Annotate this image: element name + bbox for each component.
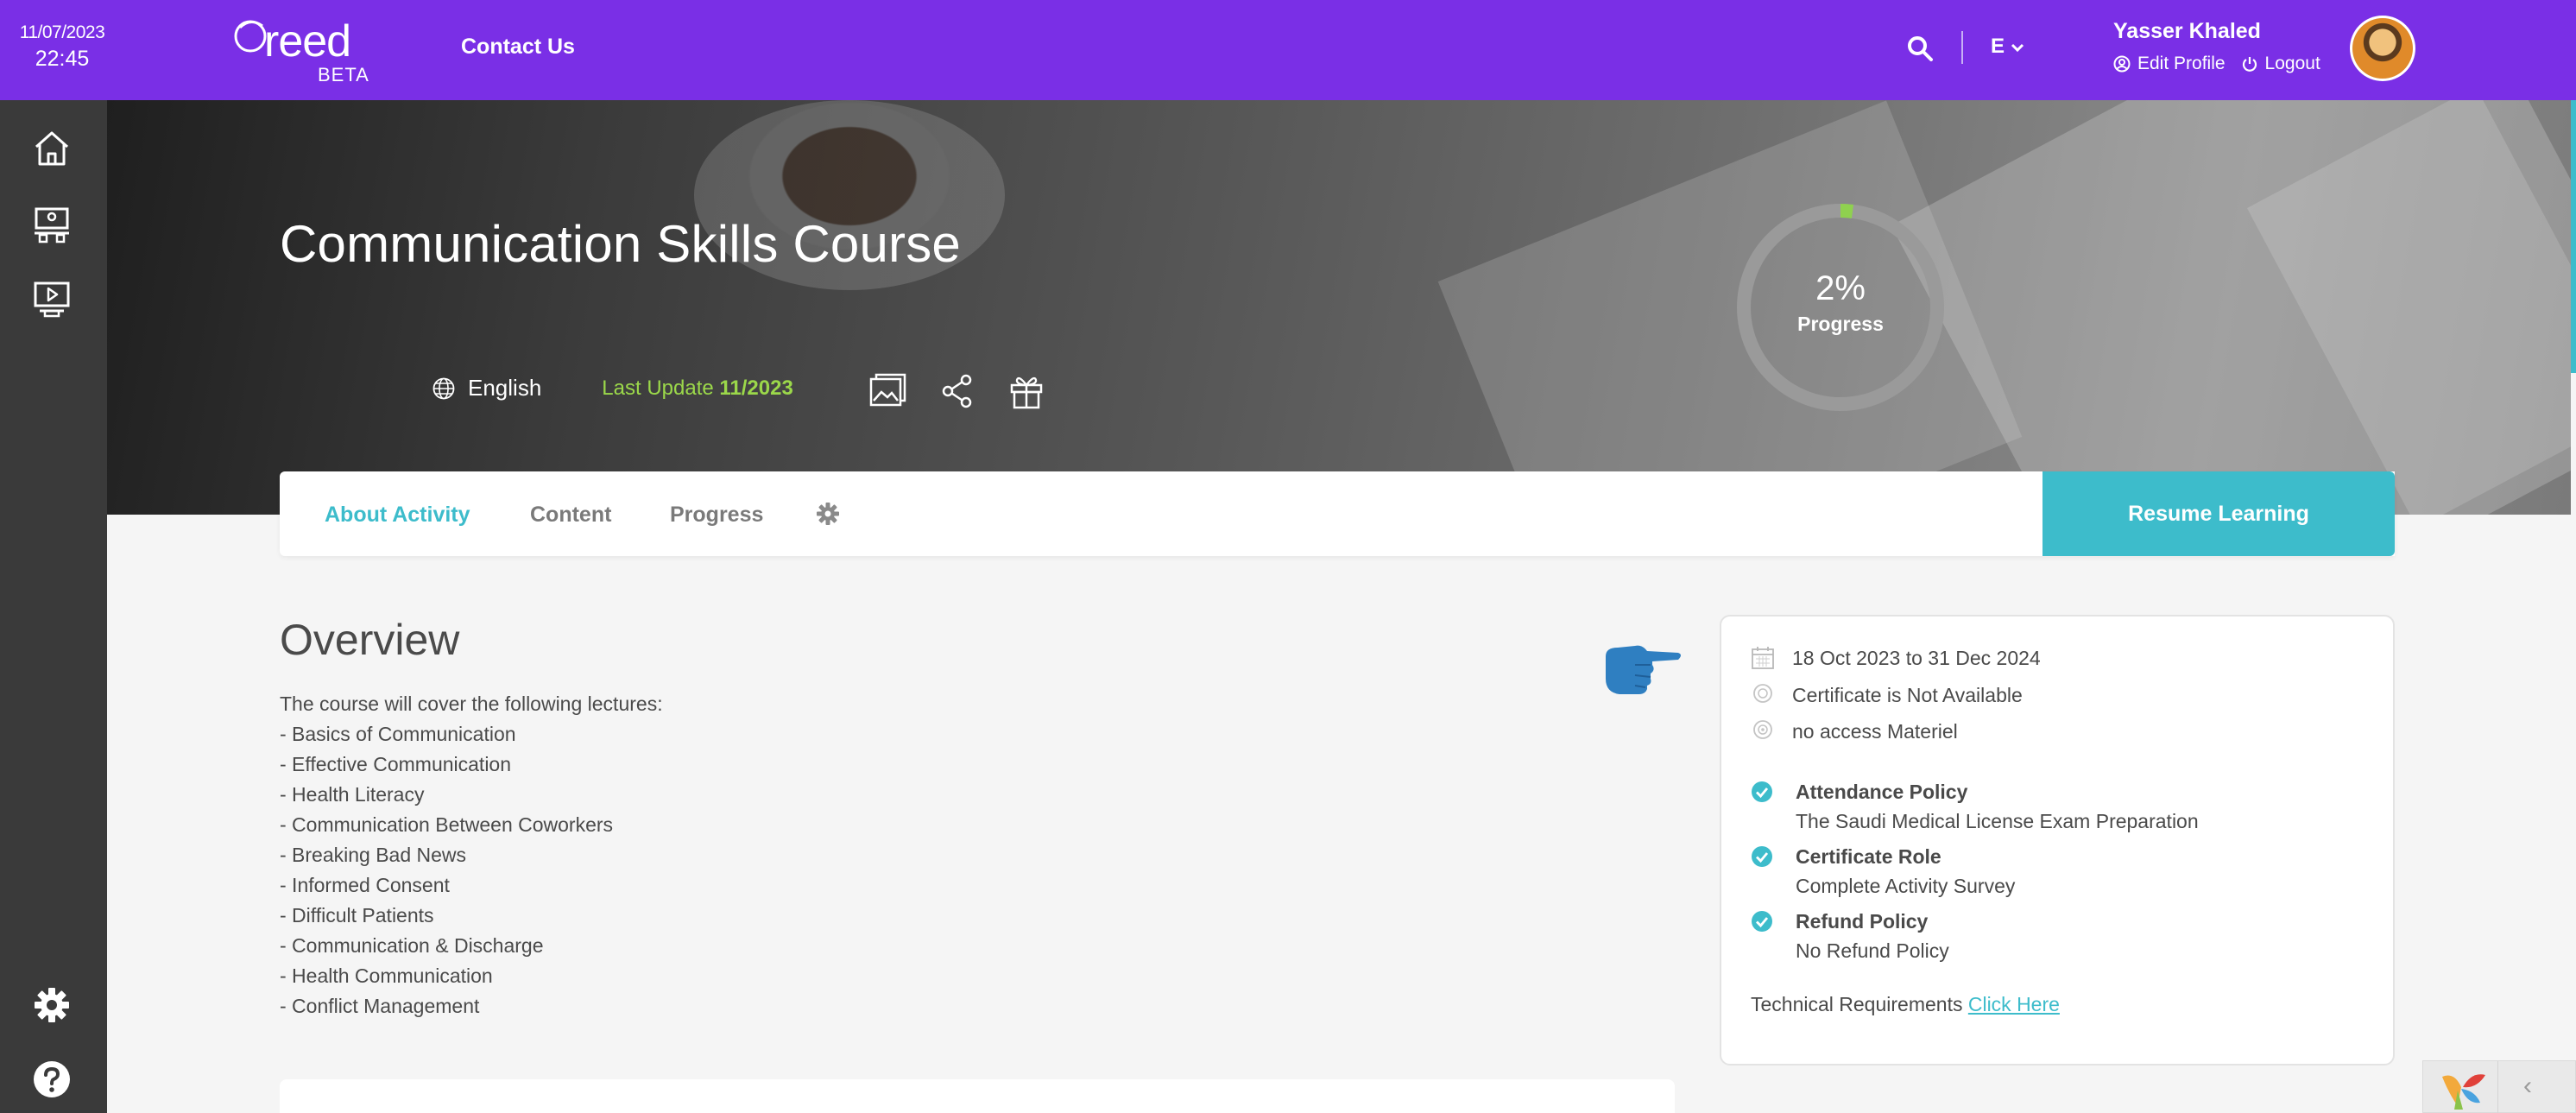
logout-label: Logout [2264,54,2320,73]
course-title: Communication Skills Course [280,215,962,273]
gallery-icon[interactable] [868,371,908,411]
check-circle-icon [1752,781,1772,802]
hero-actions [868,371,1046,411]
tech-requirements-link[interactable]: Click Here [1968,993,2060,1015]
datetime: 11/07/2023 22:45 [16,22,109,72]
content-card [280,1079,1675,1113]
course-hero [107,100,2571,515]
technical-requirements: Technical Requirements Click Here [1751,993,2060,1016]
lecture-item: - Health Literacy [280,783,425,806]
last-update-label: Last Update [602,376,714,400]
lecture-item: - Effective Communication [280,753,512,775]
tab-content[interactable]: Content [530,503,611,528]
progress-ring: 2% Progress [1732,199,1949,416]
settings-gear-icon[interactable] [815,501,841,527]
last-update-value: 11/2023 [719,376,793,400]
language-selector[interactable]: E [1991,35,2024,59]
course-meta: English Last Update 11/2023 [432,375,793,402]
header-divider [1961,31,1963,64]
current-date: 11/07/2023 [19,22,105,42]
progress-percent: 2% [1815,269,1866,307]
certificate-icon [1753,684,1772,703]
progress-label: Progress [1797,313,1884,335]
classroom-icon[interactable] [31,204,73,245]
check-circle-icon [1752,911,1772,932]
pointing-hand-icon [1606,645,1681,694]
lecture-item: - Difficult Patients [280,904,434,926]
access-status: no access Materiel [1792,719,1958,743]
search-icon[interactable] [1906,35,1934,62]
collapse-chevron-icon[interactable]: ‹ [2523,1072,2532,1101]
left-sidebar [0,100,107,1113]
current-time: 22:45 [35,47,90,71]
share-icon[interactable] [938,371,977,411]
globe-icon [432,377,455,399]
course-language: English [468,375,542,401]
lecture-item: - Breaking Bad News [280,844,467,866]
date-range: 18 Oct 2023 to 31 Dec 2024 [1792,646,2041,669]
user-name: Yasser Khaled [2113,19,2261,43]
video-course-icon[interactable] [31,278,73,319]
user-links: Edit Profile Logout [2113,54,2320,74]
policy-value: Complete Activity Survey [1796,875,2016,897]
edit-profile-label: Edit Profile [2137,54,2226,73]
policy-title: Certificate Role [1796,845,1941,868]
lecture-item: - Communication Between Coworkers [280,813,614,836]
overview-title: Overview [280,616,460,664]
gift-icon[interactable] [1007,371,1046,411]
oreed-logo[interactable]: reed BETA [231,16,378,85]
scrollbar-thumb[interactable] [2571,100,2576,373]
check-circle-icon [1752,846,1772,867]
policy-title: Attendance Policy [1796,781,1968,803]
policy-value: The Saudi Medical License Exam Preparati… [1796,810,2199,832]
contact-us-link[interactable]: Contact Us [461,35,575,60]
resume-learning-button[interactable]: Resume Learning [2042,471,2395,556]
home-icon[interactable] [31,128,73,169]
certificate-status: Certificate is Not Available [1792,683,2023,706]
calendar-icon [1752,647,1774,669]
widget-logo-icon [2442,1074,2485,1110]
settings-icon[interactable] [31,984,73,1026]
overview-text: The course will cover the following lect… [280,689,663,1021]
last-update: Last Update 11/2023 [602,376,793,401]
policy-value: No Refund Policy [1796,939,1949,962]
logo-word: reed [264,16,351,66]
policy-title: Refund Policy [1796,910,1929,933]
material-icon [1753,720,1772,739]
help-icon[interactable] [31,1059,73,1100]
lecture-item: - Health Communication [280,964,493,987]
overview-intro: The course will cover the following lect… [280,692,663,715]
tab-progress[interactable]: Progress [670,503,763,528]
power-icon [2242,57,2257,72]
certificate-row: Certificate is Not Available [1751,683,2023,707]
beta-badge: BETA [318,64,369,85]
activity-info-card: 18 Oct 2023 to 31 Dec 2024 Certificate i… [1720,615,2395,1066]
tech-label: Technical Requirements [1751,993,1963,1015]
lecture-item: - Informed Consent [280,874,450,896]
chevron-down-icon [2011,43,2024,53]
lecture-item: - Communication & Discharge [280,934,544,957]
edit-profile-link[interactable]: Edit Profile [2113,54,2226,74]
lecture-item: - Basics of Communication [280,723,516,745]
access-row: no access Materiel [1751,719,1958,743]
logout-link[interactable]: Logout [2241,54,2320,74]
chat-widget[interactable]: ‹ [2422,1060,2576,1113]
user-circle-icon [2113,55,2131,73]
lecture-item: - Conflict Management [280,995,480,1017]
avatar[interactable] [2350,16,2415,81]
tab-about-activity[interactable]: About Activity [325,503,470,528]
top-bar: 11/07/2023 22:45 reed BETA Contact Us E … [0,0,2576,100]
language-code: E [1991,35,2005,58]
date-range-row: 18 Oct 2023 to 31 Dec 2024 [1751,646,2041,670]
